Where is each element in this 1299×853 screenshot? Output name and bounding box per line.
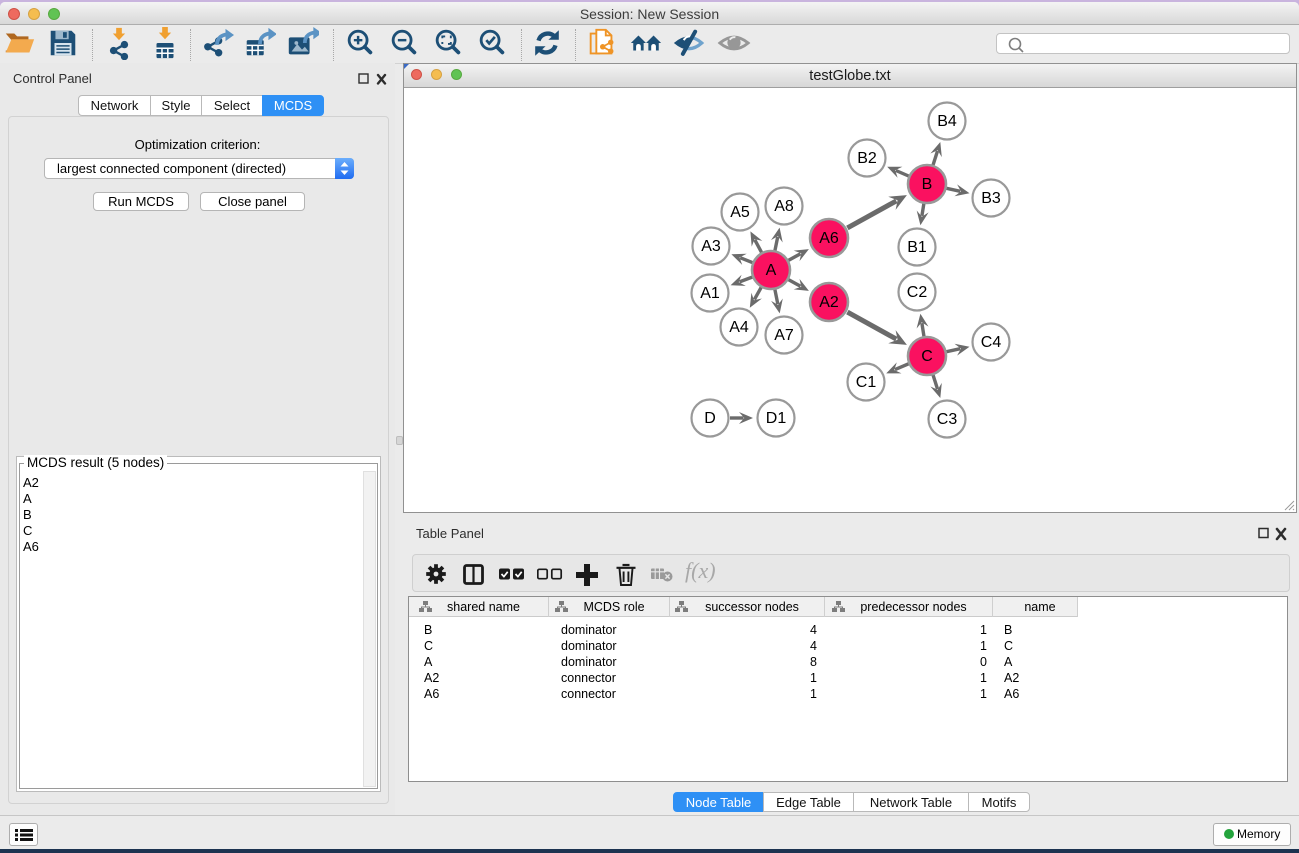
svg-text:A1: A1 (700, 285, 720, 302)
svg-text:B3: B3 (981, 190, 1001, 207)
svg-text:B2: B2 (857, 150, 877, 167)
svg-text:C: C (921, 348, 933, 365)
svg-text:A2: A2 (819, 294, 839, 311)
svg-text:A5: A5 (730, 204, 750, 221)
svg-text:C4: C4 (981, 334, 1002, 351)
svg-text:B: B (922, 176, 933, 193)
svg-text:D1: D1 (766, 410, 787, 427)
svg-text:A7: A7 (774, 327, 794, 344)
svg-text:C2: C2 (907, 284, 928, 301)
svg-text:A8: A8 (774, 198, 794, 215)
svg-text:C1: C1 (856, 374, 877, 391)
svg-text:C3: C3 (937, 411, 958, 428)
svg-text:A: A (766, 262, 777, 279)
svg-text:A4: A4 (729, 319, 749, 336)
svg-text:D: D (704, 410, 716, 427)
svg-text:A3: A3 (701, 238, 721, 255)
svg-text:B1: B1 (907, 239, 927, 256)
svg-text:B4: B4 (937, 113, 957, 130)
svg-text:A6: A6 (819, 230, 839, 247)
